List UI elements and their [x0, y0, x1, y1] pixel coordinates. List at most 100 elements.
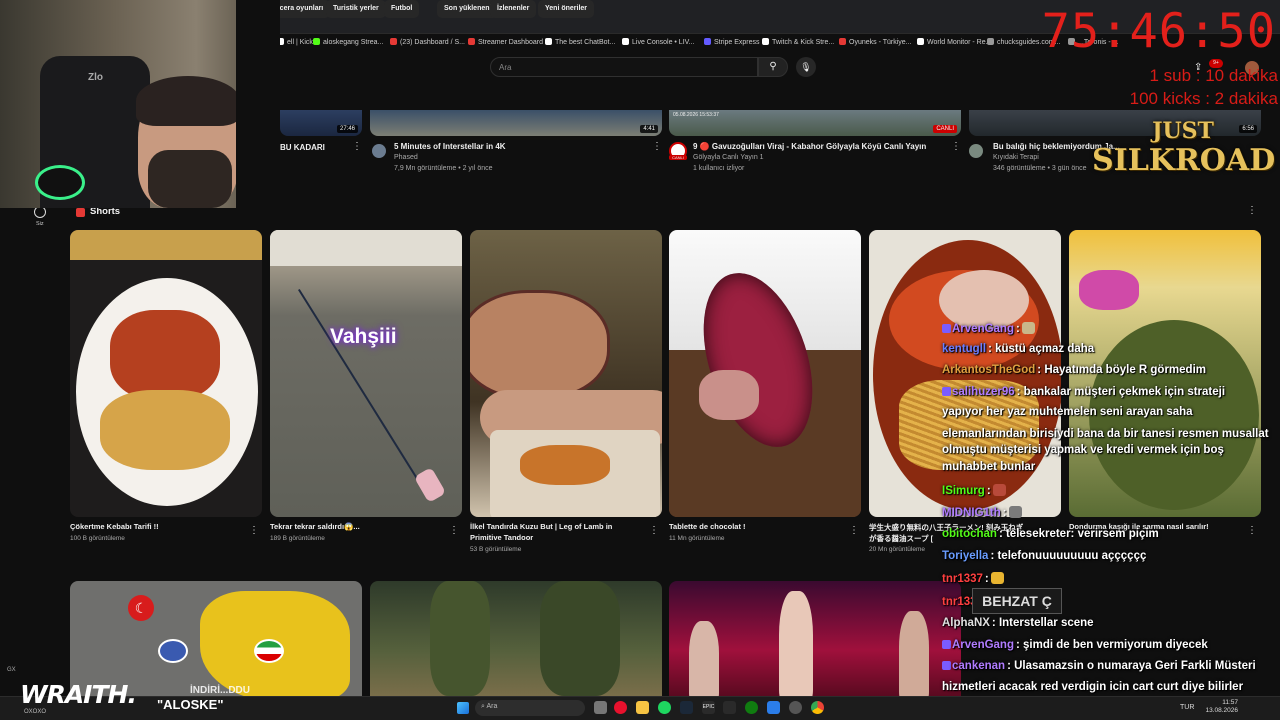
chat-message: MIDNIG1th:: [942, 506, 1024, 519]
obs-icon[interactable]: [789, 701, 802, 714]
search-icon[interactable]: ⚲: [758, 57, 788, 77]
steam-icon[interactable]: [680, 701, 693, 714]
more-options-icon[interactable]: ⋮: [951, 141, 961, 152]
browser-tab[interactable]: aloskegang Strea...: [313, 38, 383, 50]
short-title[interactable]: İlkel Tandırda Kuzu But | Leg of Lamb in: [470, 522, 612, 531]
more-options-icon[interactable]: ⋮: [849, 525, 859, 536]
chat-username: tnr1337: [942, 573, 983, 585]
tab-favicon-icon: [917, 38, 924, 45]
sidebar-item-label[interactable]: Siz: [36, 221, 44, 227]
short-thumbnail[interactable]: [70, 230, 262, 517]
video-title[interactable]: 9 🔴 Gavuzoğulları Viraj - Kabahor Gölyay…: [693, 142, 926, 151]
video-thumbnail[interactable]: 27:46: [280, 110, 362, 136]
file-explorer-icon[interactable]: [636, 701, 649, 714]
short-views: 100 B görüntüleme: [70, 535, 125, 542]
chat-text: :: [986, 485, 991, 497]
channel-name[interactable]: Kıyıdaki Terapi: [993, 154, 1039, 161]
category-chip[interactable]: Yeni öneriler: [538, 0, 595, 18]
opera-icon[interactable]: [614, 701, 627, 714]
chat-emote-icon: [1021, 322, 1035, 334]
language-indicator[interactable]: TUR: [1180, 704, 1194, 711]
chat-message: salihuzer96: bankalar müşteri çekmek içi…: [942, 386, 1225, 398]
video-thumbnail[interactable]: 05.08.2026 15:53:37 CANLI: [669, 110, 961, 136]
more-options-icon[interactable]: ⋮: [249, 525, 259, 536]
chair-logo: Zlo: [88, 72, 103, 83]
more-options-icon[interactable]: ⋮: [352, 141, 362, 152]
microphone-icon[interactable]: 🎙: [796, 57, 816, 77]
chat-text: muhabbet bunlar: [942, 461, 1036, 473]
channel-avatar[interactable]: [372, 144, 386, 158]
video-thumbnail[interactable]: 4:41: [370, 110, 662, 136]
app-icon[interactable]: [723, 701, 736, 714]
category-chip[interactable]: Futbol: [384, 0, 420, 18]
edge-icon[interactable]: [767, 701, 780, 714]
stream-caption: "ALOSKE": [157, 697, 224, 712]
tab-label: Streamer Dashboard: [478, 39, 543, 46]
flag-icon: ☾: [128, 595, 154, 621]
chat-message: ArkantosTheGod: Hayatımda böyle R görmed…: [942, 364, 1206, 376]
browser-tab[interactable]: Streamer Dashboard: [468, 38, 543, 50]
more-options-icon[interactable]: ⋮: [1247, 205, 1257, 216]
task-view-icon[interactable]: [594, 701, 607, 714]
chat-username: AlphaNX: [942, 617, 990, 629]
short-thumbnail[interactable]: Vahşiii: [270, 230, 462, 517]
browser-tab[interactable]: Oyuneks - Türkiye...: [839, 38, 912, 50]
taskbar-search[interactable]: ⌕ Ara: [475, 700, 585, 716]
timer-rule: 100 kicks : 2 dakika: [1129, 89, 1278, 108]
flag-icon: [158, 639, 188, 663]
timer-rule: 1 sub : 10 dakika: [1149, 66, 1278, 85]
browser-tab[interactable]: Live Console • LIV...: [622, 38, 695, 50]
windows-start-icon[interactable]: [457, 702, 469, 714]
more-options-icon[interactable]: ⋮: [649, 525, 659, 536]
short-title[interactable]: Çökertme Kebabı Tarifi !!: [70, 522, 159, 531]
video-title[interactable]: BU KADARI: [280, 143, 325, 152]
xbox-icon[interactable]: [745, 701, 758, 714]
video-thumbnail[interactable]: [669, 581, 961, 696]
channel-name[interactable]: Gölyayla Canlı Yayın 1: [693, 154, 764, 161]
browser-tab[interactable]: Stripe Express: [704, 38, 760, 50]
chat-text: : küstü açmaz daha: [988, 343, 1095, 355]
brand-sub: OXOXO: [24, 709, 47, 715]
chat-text: olmuştu müşterisi yapmak ve kredi vermek…: [942, 444, 1224, 456]
chat-badge-icon: [942, 324, 951, 333]
search-input[interactable]: Ara: [490, 57, 758, 77]
short-title[interactable]: Tablette de chocolat !: [669, 522, 746, 531]
epic-games-icon[interactable]: EPIC: [702, 701, 715, 714]
browser-tab[interactable]: World Monitor - Re...: [917, 38, 991, 50]
tab-label: World Monitor - Re...: [927, 39, 992, 46]
tab-label: Twitch & Kick Stre...: [772, 39, 835, 46]
video-title[interactable]: 5 Minutes of Interstellar in 4K: [394, 142, 506, 151]
chat-username: Toriyella: [942, 550, 989, 562]
video-thumbnail[interactable]: [370, 581, 662, 696]
chat-text: :: [1016, 323, 1020, 335]
short-thumbnail[interactable]: [470, 230, 662, 517]
tab-label: The best ChatBot...: [555, 39, 616, 46]
channel-name[interactable]: Phased: [394, 154, 418, 161]
browser-tab[interactable]: Twitch & Kick Stre...: [762, 38, 834, 50]
more-options-icon[interactable]: ⋮: [652, 141, 662, 152]
chat-message: ArvenGang:: [942, 322, 1037, 335]
more-options-icon[interactable]: ⋮: [449, 525, 459, 536]
chat-message: ArvenGang: şimdi de ben vermiyorum diyec…: [942, 639, 1208, 651]
category-chip[interactable]: Turistik yerler: [326, 0, 386, 18]
video-thumbnail[interactable]: ☾ İNDİRİ...DDU: [70, 581, 362, 696]
chat-text: : Ulasamazsin o numaraya Geri Farkli Müs…: [1007, 660, 1256, 672]
spotify-icon[interactable]: [658, 701, 671, 714]
short-title-line2[interactable]: Primitive Tandoor: [470, 533, 533, 542]
system-clock[interactable]: 11:57 13.08.2026: [1205, 699, 1238, 715]
short-title[interactable]: Tekrar tekrar saldırdı😱...: [270, 522, 360, 531]
category-chip[interactable]: İzlenenler: [490, 0, 537, 18]
short-title-line2[interactable]: が香る醤油スープ [: [869, 533, 933, 544]
short-thumbnail[interactable]: [669, 230, 861, 517]
chat-message: elemanlarından birisiydi bana da bir tan…: [942, 428, 1269, 440]
browser-tab[interactable]: The best ChatBot...: [545, 38, 615, 50]
chat-message: hizmetleri acacak red verdigin icin cart…: [942, 681, 1243, 693]
browser-tab[interactable]: ell | Kick: [277, 38, 313, 50]
chat-username: salihuzer96: [952, 386, 1015, 398]
flag-icon: [254, 639, 284, 663]
short-overlay-text: Vahşiii: [330, 325, 397, 348]
channel-avatar[interactable]: [969, 144, 983, 158]
chrome-icon[interactable]: [811, 701, 824, 714]
tab-label: Live Console • LIV...: [632, 39, 695, 46]
browser-tab[interactable]: (23) Dashboard / S...: [390, 38, 465, 50]
